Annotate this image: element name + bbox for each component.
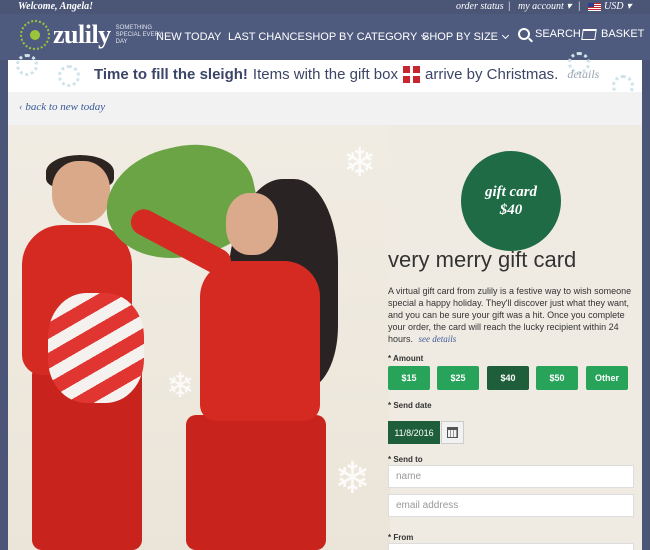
- logo-wordmark: zulily: [53, 20, 111, 49]
- product-title: very merry gift card: [388, 247, 577, 272]
- badge-line-2: $40: [499, 202, 523, 218]
- zulily-logo[interactable]: zulily SOMETHING SPECIAL EVERY DAY: [20, 20, 168, 50]
- cart-icon: [581, 28, 597, 40]
- top-utility-bar: Welcome, Angela! order status | my accou…: [0, 0, 650, 14]
- amount-button-other[interactable]: Other: [586, 366, 628, 390]
- gift-box-icon: [402, 66, 420, 83]
- currency-selector[interactable]: USD ▾: [588, 1, 631, 12]
- striped-pillow: [48, 293, 144, 403]
- back-link-label: back to new today: [25, 101, 106, 113]
- nav-last-chance[interactable]: LAST CHANCE: [228, 31, 305, 43]
- badge-line-1: gift card: [484, 184, 538, 200]
- logo-flower-icon: [20, 20, 50, 50]
- us-flag-icon: [588, 2, 601, 11]
- main-header: zulily SOMETHING SPECIAL EVERY DAY NEW T…: [0, 14, 650, 60]
- recipient-name-input[interactable]: name: [388, 465, 634, 488]
- calendar-button[interactable]: [441, 421, 464, 444]
- chevron-down-icon: [501, 31, 510, 40]
- promo-message: Time to fill the sleigh! Items with the …: [94, 66, 599, 83]
- amount-button-15[interactable]: $15: [388, 366, 430, 390]
- nav-shop-by-category[interactable]: SHOP BY CATEGORY: [305, 31, 429, 43]
- welcome-message: Welcome, Angela!: [18, 1, 93, 12]
- nav-new-today[interactable]: NEW TODAY: [156, 31, 221, 43]
- divider: |: [578, 1, 581, 12]
- send-date-label: * Send date: [388, 401, 432, 410]
- currency-label: USD: [604, 1, 624, 12]
- search-button[interactable]: SEARCH: [518, 28, 581, 40]
- send-date-field[interactable]: 11/8/2016: [388, 421, 440, 444]
- send-to-label: * Send to: [388, 455, 423, 464]
- amount-button-50[interactable]: $50: [536, 366, 578, 390]
- gift-card-badge: gift card $40: [461, 151, 561, 251]
- see-details-link[interactable]: see details: [419, 334, 457, 344]
- product-photo: ❄ ❄ ❄: [8, 125, 390, 550]
- from-label: * From: [388, 533, 414, 542]
- amount-button-25[interactable]: $25: [437, 366, 479, 390]
- search-label: SEARCH: [535, 28, 581, 40]
- snowflake-icon: ❄: [334, 454, 371, 503]
- basket-button[interactable]: BASKET: [581, 28, 645, 40]
- calendar-icon: [447, 427, 458, 438]
- snowflake-icon: [58, 65, 80, 87]
- product-content: ❄ ❄ ❄ gift card $40 very merry gift card…: [8, 125, 642, 550]
- recipient-email-input[interactable]: email address: [388, 494, 634, 517]
- nav-shop-by-size-label: SHOP BY SIZE: [422, 31, 499, 43]
- promo-headline: Time to fill the sleigh!: [94, 66, 248, 83]
- my-account-menu[interactable]: my account ▾: [518, 1, 571, 12]
- breadcrumb-bar: ‹ back to new today: [8, 92, 642, 125]
- promo-details-link[interactable]: details: [567, 67, 599, 82]
- amount-label: * Amount: [388, 354, 424, 363]
- snowflake-icon: ❄: [166, 367, 195, 405]
- basket-label: BASKET: [601, 28, 645, 40]
- order-status-link[interactable]: order status: [456, 1, 504, 12]
- back-to-new-today-link[interactable]: ‹ back to new today: [19, 101, 105, 113]
- chevron-down-icon: ▾: [626, 1, 632, 12]
- amount-button-40[interactable]: $40: [487, 366, 529, 390]
- snowflake-icon: [16, 54, 38, 76]
- from-input[interactable]: [388, 543, 634, 550]
- chevron-down-icon: ▾: [566, 1, 572, 12]
- snowflake-icon: ❄: [343, 141, 377, 185]
- nav-shop-by-size[interactable]: SHOP BY SIZE: [422, 31, 510, 43]
- product-description: A virtual gift card from zulily is a fes…: [388, 285, 634, 345]
- my-account-label: my account: [518, 1, 564, 12]
- search-icon: [518, 28, 530, 40]
- holiday-promo-banner: Time to fill the sleigh! Items with the …: [8, 52, 642, 97]
- promo-text-after: arrive by Christmas.: [424, 66, 559, 83]
- divider: |: [508, 1, 511, 12]
- promo-text-before: Items with the gift box: [252, 66, 398, 83]
- nav-shop-by-category-label: SHOP BY CATEGORY: [305, 31, 418, 43]
- chevron-left-icon: ‹: [19, 101, 23, 113]
